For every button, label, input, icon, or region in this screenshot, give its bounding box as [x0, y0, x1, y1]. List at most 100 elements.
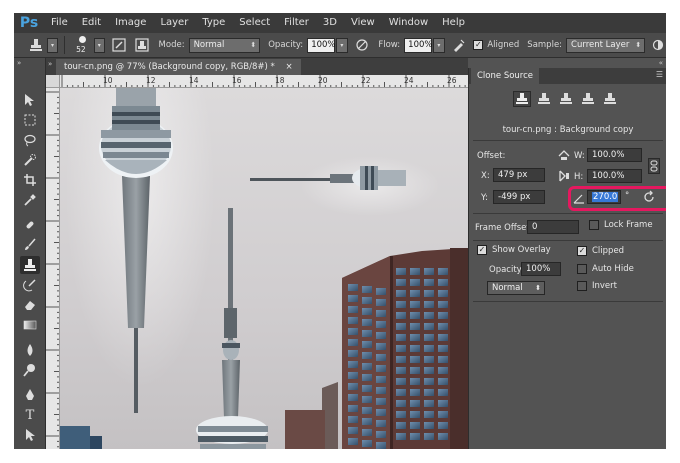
- marquee-icon[interactable]: [20, 111, 40, 129]
- pen-icon[interactable]: [20, 386, 40, 404]
- show-overlay-checkbox[interactable]: ✓ Show Overlay: [477, 245, 551, 255]
- eyedropper-icon[interactable]: [20, 191, 40, 209]
- clone-source-2-button[interactable]: [535, 91, 553, 107]
- ruler-tick-label: 16: [232, 76, 242, 85]
- lasso-icon[interactable]: [20, 131, 40, 149]
- airbrush-icon[interactable]: [451, 36, 468, 54]
- ruler-tick-label: 18: [275, 76, 285, 85]
- doc-collapse-icon[interactable]: »: [48, 60, 52, 68]
- building-window: [362, 429, 372, 436]
- overlay-opacity-input[interactable]: 100%: [521, 262, 561, 276]
- panel-collapse-icon[interactable]: «: [659, 59, 663, 67]
- photoshop-window: Ps File Edit Image Layer Type Select Fil…: [14, 13, 666, 449]
- building-window: [362, 330, 372, 337]
- invert-checkbox[interactable]: Invert: [577, 281, 617, 291]
- building-window: [424, 389, 434, 396]
- brush-size-dropdown[interactable]: ▾: [93, 37, 105, 53]
- menu-type[interactable]: Type: [195, 13, 232, 33]
- menu-select[interactable]: Select: [232, 13, 277, 33]
- aligned-checkbox[interactable]: ✓ Aligned: [473, 40, 519, 50]
- building-window: [348, 284, 358, 291]
- lock-frame-checkbox[interactable]: Lock Frame: [589, 220, 653, 230]
- menu-file[interactable]: File: [44, 13, 75, 33]
- sample-select[interactable]: Current Layer ⬍: [566, 37, 646, 53]
- menu-layer[interactable]: Layer: [153, 13, 195, 33]
- clone-source-4-button[interactable]: [579, 91, 597, 107]
- overlay-blend-mode-select[interactable]: Normal ⬍: [487, 281, 545, 295]
- healing-brush-icon[interactable]: [20, 216, 40, 234]
- building-window: [396, 422, 406, 429]
- flow-dropdown[interactable]: ▾: [433, 37, 445, 53]
- panel-menu-icon[interactable]: ☰: [656, 70, 663, 79]
- menu-view[interactable]: View: [344, 13, 382, 33]
- blur-icon[interactable]: [20, 341, 40, 359]
- offset-x-input[interactable]: 479 px: [493, 168, 545, 182]
- menu-filter[interactable]: Filter: [277, 13, 316, 33]
- clone-source-1-button[interactable]: [513, 91, 531, 107]
- brush-panel-icon[interactable]: [111, 36, 128, 54]
- overlay-blend-mode-value: Normal: [492, 283, 523, 293]
- horizontal-ruler[interactable]: 10 12 14 16 18 20 22 24 26: [60, 75, 468, 88]
- offset-y-input[interactable]: -499 px: [493, 190, 545, 204]
- quick-select-icon[interactable]: [20, 151, 40, 169]
- document-canvas[interactable]: [60, 88, 468, 449]
- width-input[interactable]: 100.0%: [587, 148, 642, 162]
- pressure-opacity-icon[interactable]: [354, 36, 371, 54]
- eraser-icon[interactable]: [20, 296, 40, 314]
- divider: [473, 213, 663, 214]
- menu-image[interactable]: Image: [108, 13, 153, 33]
- ruler-tick-label: 24: [404, 76, 414, 85]
- link-icon[interactable]: [648, 158, 660, 174]
- auto-hide-checkbox[interactable]: Auto Hide: [577, 264, 634, 274]
- opacity-input[interactable]: 100%: [307, 37, 336, 53]
- clone-source-panel-icon[interactable]: [134, 36, 151, 54]
- clone-stamp-preset-icon[interactable]: [28, 36, 45, 54]
- divider: [473, 140, 663, 141]
- frame-offset-input[interactable]: 0: [527, 220, 579, 234]
- clone-stamp-icon[interactable]: [20, 256, 40, 274]
- clone-source-3-button[interactable]: [557, 91, 575, 107]
- path-select-icon[interactable]: [20, 426, 40, 444]
- dodge-icon[interactable]: [20, 361, 40, 379]
- document-tab[interactable]: tour-cn.png @ 77% (Background copy, RGB/…: [56, 59, 301, 75]
- opacity-dropdown[interactable]: ▾: [336, 37, 348, 53]
- building-window: [376, 310, 386, 317]
- clone-source-5-button[interactable]: [601, 91, 619, 107]
- building-window: [438, 312, 448, 319]
- building-window: [376, 387, 386, 394]
- brush-size-picker[interactable]: 52: [71, 35, 93, 55]
- menu-edit[interactable]: Edit: [75, 13, 108, 33]
- menu-help[interactable]: Help: [435, 13, 472, 33]
- menu-3d[interactable]: 3D: [316, 13, 344, 33]
- gradient-icon[interactable]: [20, 316, 40, 334]
- building-window: [438, 334, 448, 341]
- building-window: [438, 389, 448, 396]
- clipped-checkbox[interactable]: ✓ Clipped: [577, 246, 624, 256]
- preset-dropdown[interactable]: ▾: [46, 37, 59, 53]
- building-window: [362, 297, 372, 304]
- mode-label: Mode:: [158, 40, 185, 50]
- ignore-adjustment-icon[interactable]: [649, 36, 666, 54]
- invert-label: Invert: [592, 281, 617, 291]
- building-window: [424, 334, 434, 341]
- building-window: [410, 290, 420, 297]
- building-window: [396, 367, 406, 374]
- mode-select[interactable]: Normal ⬍: [188, 37, 261, 53]
- height-input[interactable]: 100.0%: [587, 169, 642, 183]
- tools-collapse-icon[interactable]: »: [17, 59, 21, 67]
- crop-icon[interactable]: [20, 171, 40, 189]
- flow-input[interactable]: 100%: [404, 37, 432, 53]
- vertical-ruler[interactable]: [46, 88, 60, 449]
- clone-source-name: tour-cn.png : Background copy: [502, 125, 634, 135]
- panel-tab-clone-source[interactable]: Clone Source: [471, 68, 540, 84]
- building-window: [362, 286, 372, 293]
- building-window: [348, 306, 358, 313]
- menu-window[interactable]: Window: [382, 13, 435, 33]
- building-window: [396, 356, 406, 363]
- brush-icon[interactable]: [20, 236, 40, 254]
- type-icon[interactable]: T: [20, 406, 40, 424]
- history-brush-icon[interactable]: [20, 276, 40, 294]
- move-icon[interactable]: [20, 91, 40, 109]
- building-window: [410, 268, 420, 275]
- close-icon[interactable]: ×: [286, 62, 293, 72]
